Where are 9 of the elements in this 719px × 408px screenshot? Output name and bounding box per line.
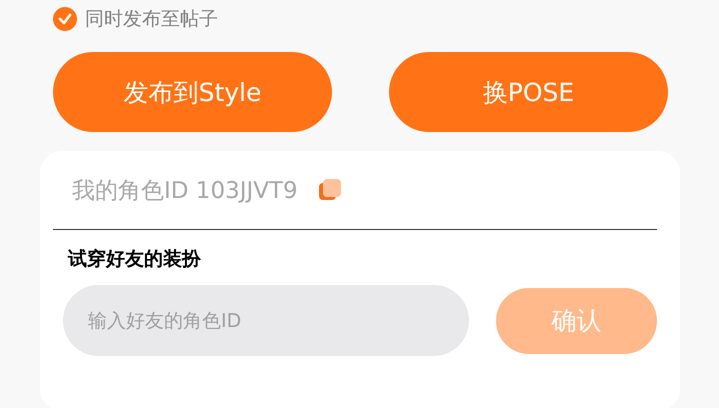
action-button[interactable]: 换POSE bbox=[389, 52, 668, 132]
action-button[interactable]: 发布到Style bbox=[53, 52, 332, 132]
checkbox[interactable] bbox=[53, 7, 77, 31]
checkbox-label: 同时发布至帖子 bbox=[85, 7, 218, 32]
copy-icon[interactable] bbox=[318, 178, 342, 202]
input-field[interactable]: 输入好友的角色ID bbox=[63, 285, 469, 356]
role-id-text: 我的角色ID 103JJVT9 bbox=[72, 176, 298, 206]
section-heading: 试穿好友的装扮 bbox=[66, 247, 202, 272]
check-icon bbox=[58, 13, 72, 25]
